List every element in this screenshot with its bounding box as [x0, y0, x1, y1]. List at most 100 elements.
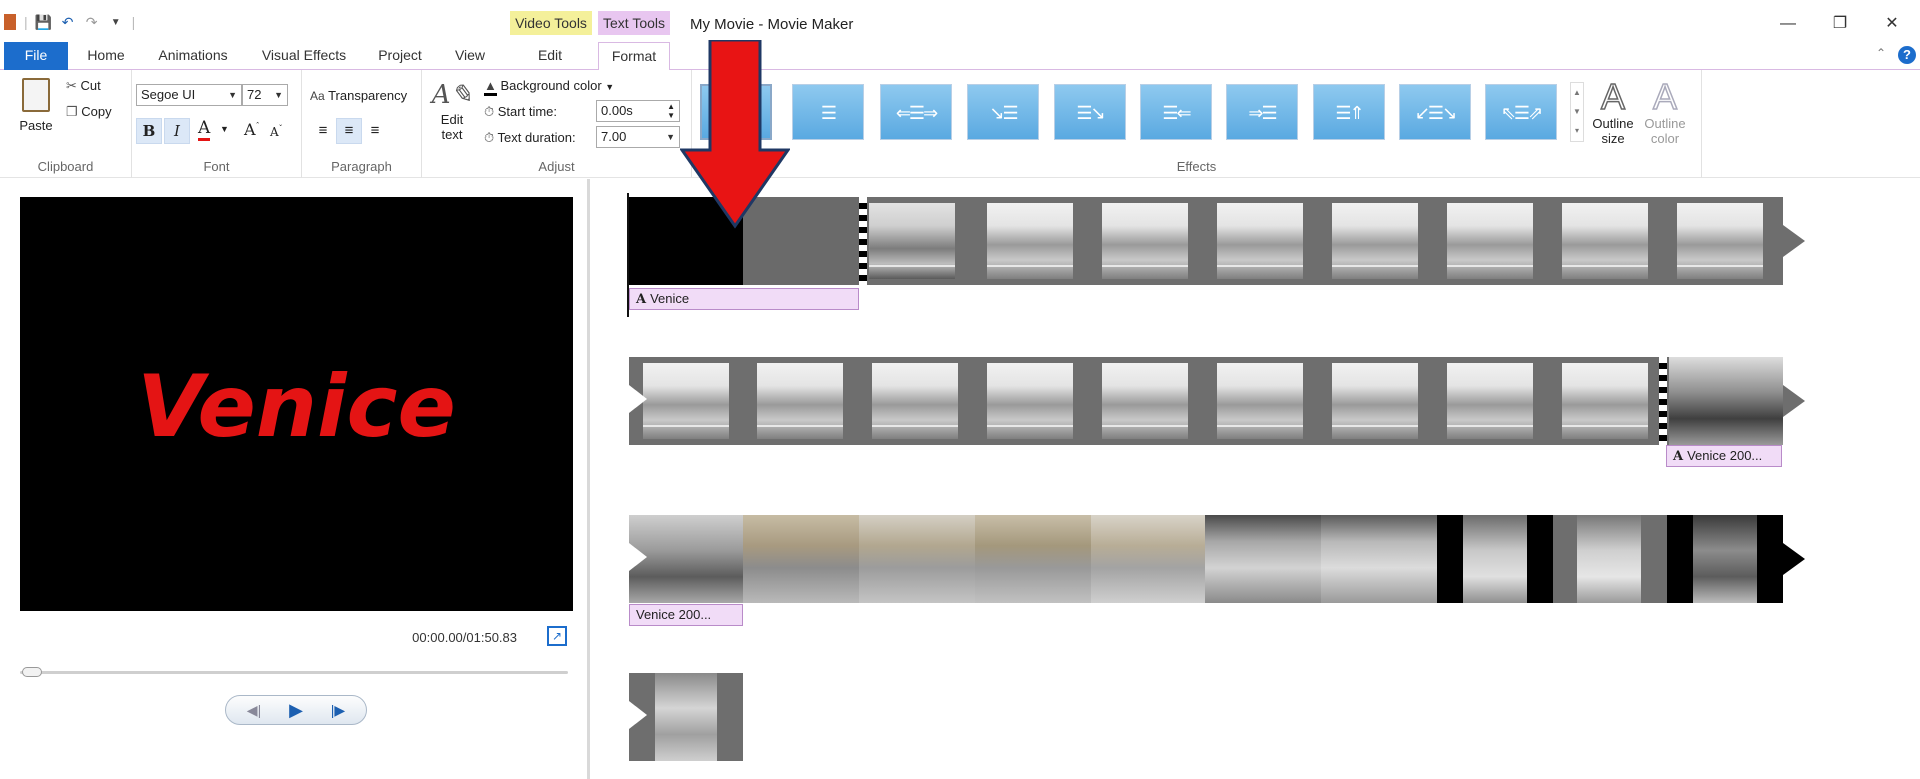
- tab-file[interactable]: File: [4, 42, 68, 70]
- help-icon[interactable]: ?: [1898, 46, 1916, 64]
- outline-color-button[interactable]: A Outline color: [1640, 76, 1690, 146]
- video-frame[interactable]: [757, 363, 843, 439]
- video-frame[interactable]: [1562, 363, 1648, 439]
- video-frame[interactable]: [987, 203, 1073, 279]
- font-size-select[interactable]: 72 ▼: [242, 84, 288, 106]
- video-frame[interactable]: [859, 515, 975, 603]
- row-start-notch-icon: [629, 701, 647, 729]
- effect-scroll[interactable]: ☰: [792, 84, 864, 140]
- app-icon[interactable]: [4, 14, 16, 30]
- bold-button[interactable]: B: [136, 118, 162, 144]
- tab-visual-effects[interactable]: Visual Effects: [256, 42, 352, 70]
- font-color-dropdown-icon[interactable]: ▼: [220, 124, 229, 134]
- tab-home[interactable]: Home: [80, 42, 132, 70]
- video-frame[interactable]: [1562, 203, 1648, 279]
- tab-project[interactable]: Project: [372, 42, 428, 70]
- close-button[interactable]: ✕: [1872, 10, 1912, 38]
- video-frame[interactable]: [1321, 515, 1437, 603]
- video-frame[interactable]: [1102, 363, 1188, 439]
- seek-thumb[interactable]: [22, 667, 42, 677]
- save-icon[interactable]: 💾: [35, 14, 52, 30]
- copy-button[interactable]: ❐ Copy: [66, 104, 112, 120]
- start-time-spinner-icon[interactable]: ▲ ▼: [667, 102, 675, 120]
- video-frame[interactable]: [1332, 203, 1418, 279]
- red-arrow-shape: [680, 40, 790, 229]
- timecode: 00:00.00/01:50.83: [412, 630, 517, 645]
- video-frame[interactable]: [1447, 203, 1533, 279]
- shrink-font-button[interactable]: Aˇ: [270, 124, 283, 139]
- tab-format[interactable]: Format: [598, 42, 670, 71]
- paste-button[interactable]: Paste: [14, 76, 58, 142]
- video-tools-context-label: Video Tools: [510, 11, 592, 35]
- previous-frame-button[interactable]: ◀|: [234, 698, 274, 722]
- italic-button[interactable]: I: [164, 118, 190, 144]
- video-frame[interactable]: [1447, 363, 1533, 439]
- video-frame[interactable]: [1102, 203, 1188, 279]
- start-time-input[interactable]: 0.00s ▲ ▼: [596, 100, 680, 122]
- background-color-button[interactable]: ▲ Background color ▼: [484, 78, 614, 96]
- undo-icon[interactable]: ↶: [60, 14, 76, 30]
- tab-animations[interactable]: Animations: [152, 42, 234, 70]
- video-frame[interactable]: [1577, 515, 1641, 603]
- effect-fly-left[interactable]: ☰⇐: [1140, 84, 1212, 140]
- storyboard: A Venice A Venice 200... Venice 200...: [593, 179, 1920, 779]
- playhead[interactable]: [627, 193, 629, 317]
- minimize-button[interactable]: —: [1768, 10, 1808, 38]
- video-frame[interactable]: [1217, 203, 1303, 279]
- outline-size-button[interactable]: A Outline size: [1588, 77, 1638, 146]
- next-frame-button[interactable]: |▶: [318, 698, 358, 722]
- video-frame[interactable]: [975, 515, 1091, 603]
- seek-bar[interactable]: [20, 671, 568, 674]
- cut-button[interactable]: ✂ Cut: [66, 78, 101, 94]
- font-family-select[interactable]: Segoe UI ▼: [136, 84, 242, 106]
- font-color-button[interactable]: A: [198, 118, 211, 141]
- outline-color-icon: A: [1652, 76, 1678, 117]
- effect-fly-right[interactable]: ⇒☰: [1226, 84, 1298, 140]
- video-frame[interactable]: [987, 363, 1073, 439]
- video-frame[interactable]: [1677, 203, 1763, 279]
- customize-qat-icon[interactable]: ▼: [108, 14, 124, 30]
- effects-scroll-control[interactable]: ▲ ▼ ▾: [1570, 82, 1584, 142]
- effect-zoom-out[interactable]: ↙☰↘: [1399, 84, 1471, 140]
- restore-button[interactable]: ❐: [1820, 10, 1860, 38]
- effect-swipe[interactable]: ☰↘: [1054, 84, 1126, 140]
- fullscreen-icon[interactable]: ↗: [547, 626, 567, 646]
- collapse-ribbon-icon[interactable]: ⌃: [1876, 46, 1886, 60]
- row-start-notch-icon: [629, 385, 647, 413]
- video-frame[interactable]: [655, 673, 717, 761]
- grow-font-button[interactable]: Aˆ: [244, 120, 260, 139]
- transparency-button[interactable]: Aa Transparency: [310, 88, 407, 103]
- adjust-group: A✎ Edit text ▲ Background color ▼ ⏱ Star…: [422, 70, 692, 178]
- video-frame[interactable]: [1205, 515, 1321, 603]
- video-preview[interactable]: Venice: [20, 197, 573, 611]
- align-left-button[interactable]: ≡: [310, 118, 336, 144]
- video-frame[interactable]: [1332, 363, 1418, 439]
- tab-view[interactable]: View: [448, 42, 492, 70]
- redo-icon[interactable]: ↷: [84, 14, 100, 30]
- video-frame[interactable]: [1693, 515, 1757, 603]
- effect-zoom-corners[interactable]: ⇖☰⇗: [1485, 84, 1557, 140]
- align-right-button[interactable]: ≡: [362, 118, 388, 144]
- effect-split[interactable]: ⇐☰⇒: [880, 84, 952, 140]
- window-title: My Movie - Movie Maker: [690, 16, 854, 33]
- video-frame[interactable]: [1669, 357, 1783, 445]
- effect-fly-up[interactable]: ☰⇑: [1313, 84, 1385, 140]
- edit-text-button[interactable]: A✎ Edit text: [430, 80, 474, 142]
- play-button[interactable]: ▶: [278, 698, 314, 722]
- video-frame[interactable]: [743, 515, 859, 603]
- align-center-button[interactable]: ≡: [336, 118, 362, 144]
- video-frame[interactable]: [1463, 515, 1527, 603]
- video-frame[interactable]: [1217, 363, 1303, 439]
- video-frame[interactable]: [1091, 515, 1205, 603]
- caption-clip[interactable]: A Venice 200...: [1666, 445, 1782, 467]
- clip-boundary-marker: [1659, 357, 1667, 445]
- video-frame[interactable]: [643, 363, 729, 439]
- video-frame[interactable]: [869, 203, 955, 279]
- text-duration-select[interactable]: 7.00 ▼: [596, 126, 680, 148]
- caption-clip[interactable]: Venice 200...: [629, 604, 743, 626]
- text-caption-icon: A: [636, 292, 647, 307]
- tab-edit[interactable]: Edit: [514, 42, 586, 70]
- caption-clip[interactable]: A Venice: [629, 288, 859, 310]
- effect-swing[interactable]: ↘☰: [967, 84, 1039, 140]
- video-frame[interactable]: [872, 363, 958, 439]
